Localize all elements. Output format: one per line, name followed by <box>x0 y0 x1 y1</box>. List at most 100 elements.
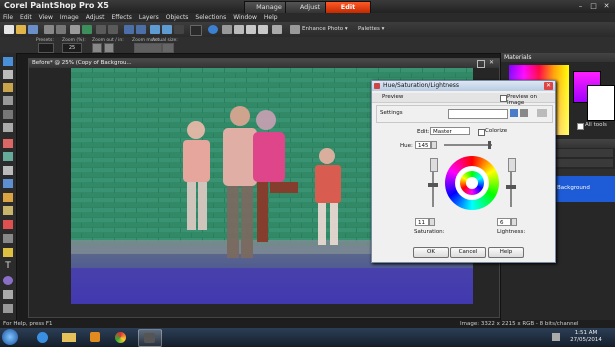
cut-icon[interactable] <box>70 25 80 34</box>
hue-slider-track[interactable] <box>444 144 492 146</box>
lightness-input[interactable]: 6 <box>497 218 511 226</box>
close-icon[interactable]: ✕ <box>600 1 613 11</box>
dialog-close-icon[interactable]: ✕ <box>544 82 553 90</box>
saturation-spinner[interactable] <box>429 218 435 226</box>
network-icon[interactable] <box>552 333 560 341</box>
saturation-slider-track[interactable] <box>432 171 434 207</box>
help-button[interactable]: Help <box>488 247 524 258</box>
enhance-photo-menu[interactable]: Enhance Photo ▾ <box>302 26 348 32</box>
menu-view[interactable]: View <box>39 13 53 22</box>
internet-explorer-icon[interactable] <box>32 329 54 345</box>
text-tool-icon[interactable]: T <box>3 262 13 271</box>
zoom-tool-icon[interactable] <box>3 57 13 66</box>
warp-tool-icon[interactable] <box>3 304 13 313</box>
makeover-tool-icon[interactable] <box>3 152 13 161</box>
zoom-more-slider[interactable] <box>134 43 162 53</box>
fill-tool-icon[interactable] <box>3 248 13 257</box>
clone-tool-icon[interactable] <box>3 166 13 175</box>
zoom-in-icon[interactable] <box>246 25 256 34</box>
maximize-icon[interactable]: □ <box>587 1 600 11</box>
presets-dropdown[interactable] <box>38 43 54 53</box>
new-file-icon[interactable] <box>4 25 14 34</box>
actual-size-button[interactable] <box>162 43 174 53</box>
scan-icon[interactable] <box>56 25 66 34</box>
menu-file[interactable]: File <box>3 13 13 22</box>
fit-icon[interactable] <box>234 25 244 34</box>
preview-toggle[interactable]: Preview <box>382 94 403 100</box>
straighten-tool-icon[interactable] <box>3 110 13 119</box>
paste-icon[interactable] <box>108 25 118 34</box>
window-icon[interactable] <box>272 25 282 34</box>
clock-date[interactable]: 27/05/2014 <box>564 337 608 343</box>
reset-icon[interactable] <box>537 109 547 117</box>
pan-tool-icon[interactable] <box>3 70 13 79</box>
copy-icon[interactable] <box>96 25 106 34</box>
dodge-tool-icon[interactable] <box>3 206 13 215</box>
paintshop-taskbar-icon[interactable] <box>138 329 162 347</box>
share-icon[interactable] <box>82 25 92 34</box>
menu-selections[interactable]: Selections <box>195 13 226 22</box>
stamp-icon[interactable] <box>174 25 184 34</box>
layer-blend-dropdown[interactable] <box>553 149 613 157</box>
hue-spinner[interactable] <box>431 141 437 149</box>
learning-icon[interactable] <box>290 25 300 34</box>
info-icon[interactable] <box>208 25 218 34</box>
selection-tool-icon[interactable] <box>3 83 13 92</box>
print-icon[interactable] <box>44 25 54 34</box>
lightness-spinner[interactable] <box>511 218 517 226</box>
lightness-slider-thumb[interactable] <box>506 185 516 189</box>
eraser-tool-icon[interactable] <box>3 234 13 243</box>
pen-tool-icon[interactable] <box>3 290 13 299</box>
menu-window[interactable]: Window <box>233 13 257 22</box>
zoom-out-button[interactable] <box>92 43 102 53</box>
open-file-icon[interactable] <box>16 25 26 34</box>
zoom-input[interactable]: 25 <box>62 43 82 53</box>
menu-help[interactable]: Help <box>264 13 278 22</box>
background-swatch[interactable] <box>587 85 615 121</box>
crop-tool-icon[interactable] <box>3 123 13 132</box>
colorize-checkbox[interactable] <box>478 129 485 136</box>
shape-tool-icon[interactable] <box>3 276 13 285</box>
move-tool-icon[interactable] <box>3 96 13 105</box>
grid-icon[interactable] <box>222 25 232 34</box>
edit-dropdown[interactable]: Master <box>430 127 470 135</box>
menu-objects[interactable]: Objects <box>166 13 189 22</box>
zoom-out-icon[interactable] <box>258 25 268 34</box>
media-player-icon[interactable] <box>84 329 106 345</box>
minimize-icon[interactable]: – <box>574 1 587 11</box>
preview-on-image-checkbox[interactable] <box>500 95 507 102</box>
undo-icon[interactable] <box>124 25 134 34</box>
saturation-slider-thumb[interactable] <box>428 183 438 187</box>
settings-dropdown[interactable] <box>448 109 508 119</box>
save-preset-icon[interactable] <box>520 109 528 117</box>
ok-button[interactable]: OK <box>413 247 449 258</box>
copy-image-icon[interactable] <box>162 25 172 34</box>
hue-slider-thumb[interactable] <box>488 141 491 149</box>
paint-brush-icon[interactable] <box>3 193 13 202</box>
crop-tool-icon[interactable] <box>190 25 202 36</box>
layer-opacity-slider[interactable] <box>553 159 613 167</box>
saturation-input[interactable]: 11 <box>415 218 429 226</box>
all-tools-checkbox[interactable] <box>577 123 584 130</box>
image-icon[interactable] <box>150 25 160 34</box>
cancel-button[interactable]: Cancel <box>450 247 486 258</box>
clock-time[interactable]: 1:51 AM <box>564 330 608 336</box>
palettes-menu[interactable]: Palettes ▾ <box>358 26 384 32</box>
file-explorer-icon[interactable] <box>58 329 80 345</box>
image-window-restore-icon[interactable] <box>477 60 485 68</box>
settings-menu-icon[interactable] <box>510 109 518 117</box>
menu-effects[interactable]: Effects <box>111 13 131 22</box>
hue-input[interactable]: 145 <box>415 141 431 149</box>
start-button-icon[interactable] <box>2 329 18 345</box>
menu-layers[interactable]: Layers <box>139 13 159 22</box>
red-eye-tool-icon[interactable] <box>3 139 13 148</box>
lightness-slider-track[interactable] <box>510 171 512 207</box>
menu-adjust[interactable]: Adjust <box>86 13 105 22</box>
save-icon[interactable] <box>28 25 38 34</box>
menu-edit[interactable]: Edit <box>20 13 32 22</box>
zoom-in-button[interactable] <box>104 43 114 53</box>
chrome-icon[interactable] <box>110 329 132 345</box>
image-window-close-icon[interactable]: ✕ <box>489 60 495 66</box>
redo-icon[interactable] <box>136 25 146 34</box>
color-replacer-icon[interactable] <box>3 220 13 229</box>
